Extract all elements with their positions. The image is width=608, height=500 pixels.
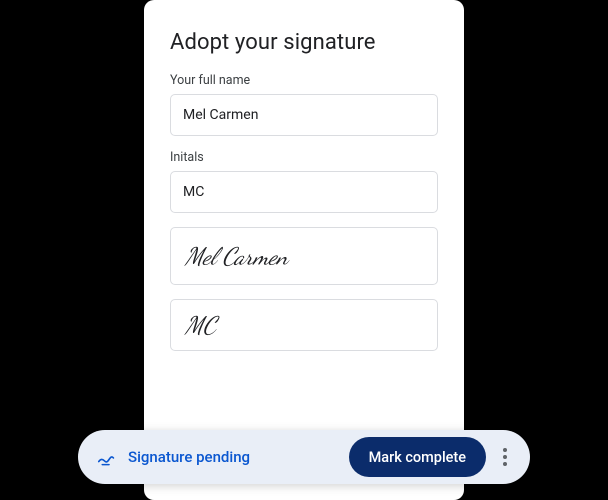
signature-preview: Mel Carmen bbox=[185, 242, 288, 271]
fullname-input[interactable]: Mel Carmen bbox=[170, 94, 438, 136]
status-text: Signature pending bbox=[128, 448, 349, 466]
status-footer: Signature pending Mark complete bbox=[78, 430, 530, 484]
mark-complete-button[interactable]: Mark complete bbox=[349, 437, 486, 477]
more-menu-button[interactable] bbox=[488, 437, 522, 477]
signature-preview-box[interactable]: Mel Carmen bbox=[170, 227, 438, 285]
fullname-value: Mel Carmen bbox=[183, 107, 258, 123]
initials-value: MC bbox=[183, 184, 204, 200]
initials-preview-box[interactable]: MC bbox=[170, 299, 438, 351]
card-title: Adopt your signature bbox=[170, 30, 438, 55]
initials-label: Initals bbox=[170, 150, 438, 165]
fullname-label: Your full name bbox=[170, 73, 438, 88]
initials-input[interactable]: MC bbox=[170, 171, 438, 213]
signature-pen-icon bbox=[96, 446, 118, 468]
signature-card: Adopt your signature Your full name Mel … bbox=[144, 0, 464, 500]
initials-preview: MC bbox=[185, 311, 216, 340]
